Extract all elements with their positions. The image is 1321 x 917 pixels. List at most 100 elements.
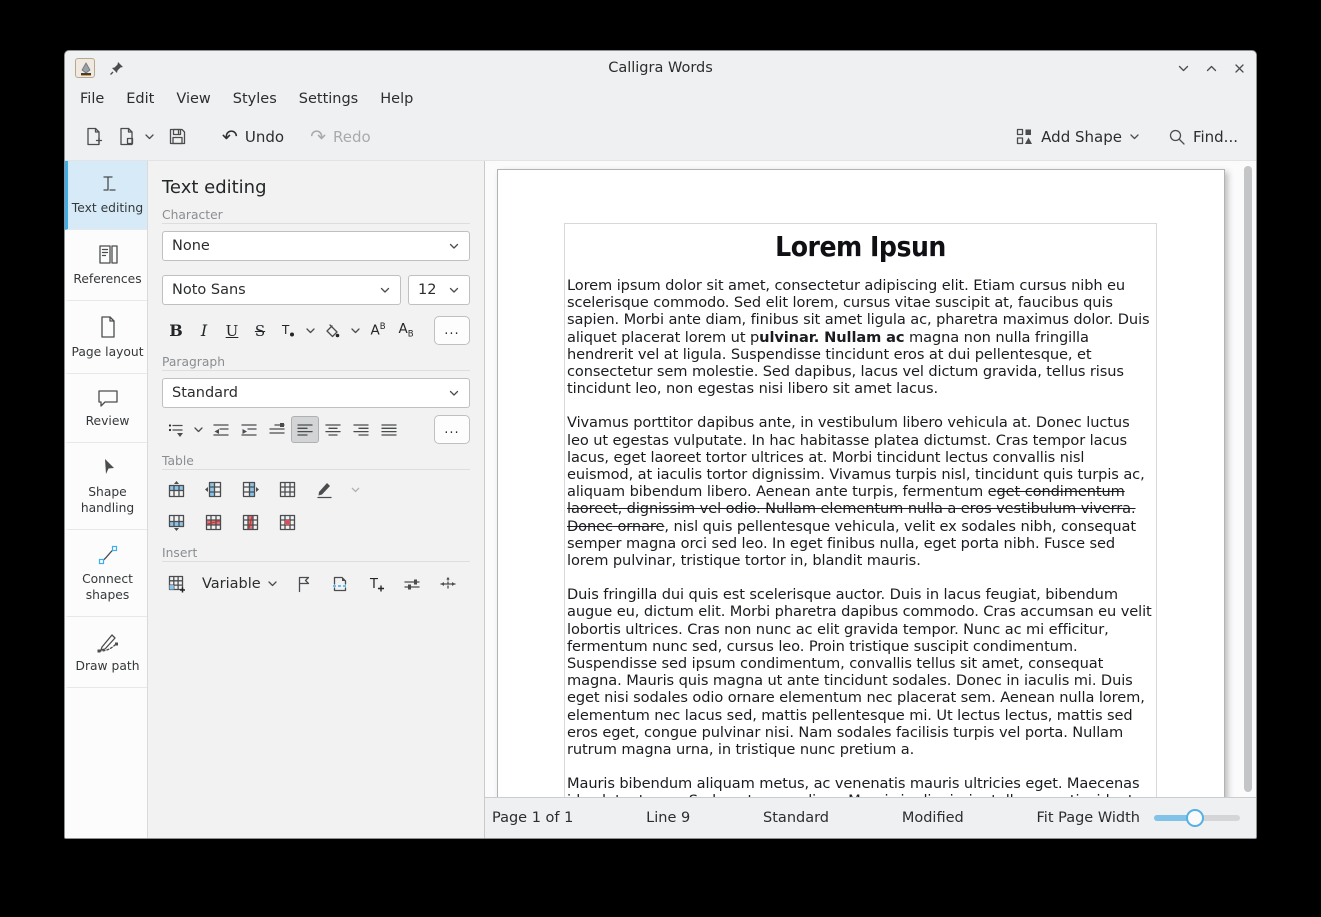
align-justify-button[interactable] [375,416,403,443]
menu-styles[interactable]: Styles [222,88,288,110]
underline-button[interactable]: U [218,317,246,344]
tab-review[interactable]: Review [65,374,147,443]
vertical-scrollbar[interactable] [1242,164,1254,794]
delete-table-button[interactable] [273,509,301,536]
menubar: File Edit View Styles Settings Help [65,85,1256,113]
chevron-down-icon [379,284,391,296]
menu-edit[interactable]: Edit [115,88,165,110]
style-indicator[interactable]: Standard [763,810,829,826]
background-color-button[interactable] [319,317,347,344]
delete-column-button[interactable] [236,509,264,536]
paragraph[interactable]: Duis fringilla dui quis est scelerisque … [567,586,1154,758]
pushpin-icon[interactable] [109,60,125,76]
strikethrough-button[interactable]: S [246,317,274,344]
italic-button[interactable]: I [190,317,218,344]
list-format-button[interactable] [162,416,190,443]
decrease-indent-button[interactable] [207,416,235,443]
character-style-combobox[interactable]: None [162,231,470,261]
insert-row-above-button[interactable] [162,476,190,503]
tab-shape-handling[interactable]: Shape handling [65,443,147,530]
font-family-combobox[interactable]: Noto Sans [162,275,401,305]
list-format-chevron[interactable] [190,416,207,443]
new-document-button[interactable] [77,121,110,152]
text-color-chevron[interactable] [302,317,319,344]
variable-label: Variable [202,576,261,592]
menu-help[interactable]: Help [369,88,424,110]
text-run[interactable]: ulvinar. Nullam ac [759,329,904,346]
tab-connect-shapes[interactable]: Connect shapes [65,530,147,617]
find-label: Find... [1193,128,1238,146]
background-color-chevron[interactable] [347,317,364,344]
special-character-button[interactable] [434,570,462,597]
insert-text-button[interactable]: T [362,570,390,597]
chevron-down-icon [448,284,460,296]
svg-text:T: T [281,323,290,337]
page-indicator[interactable]: Page 1 of 1 [492,810,573,826]
font-size-combobox[interactable]: 12 [408,275,470,305]
document-viewport[interactable]: Lorem Ipsun Lorem ipsum dolor sit amet, … [485,161,1256,797]
text-run[interactable]: Mauris bibendum aliquam metus, ac venena… [567,775,1139,797]
tab-draw-path[interactable]: Draw path [65,617,147,688]
insert-row-below-button[interactable] [162,509,190,536]
open-recent-chevron-icon[interactable] [144,128,155,146]
text-run[interactable]: Duis fringilla dui quis est scelerisque … [567,586,1152,758]
insert-column-left-button[interactable] [199,476,227,503]
insert-line-button[interactable] [398,570,426,597]
tab-page-layout[interactable]: Page layout [65,301,147,374]
character-more-button[interactable]: ... [434,316,470,345]
save-button[interactable] [161,121,194,152]
document-paragraphs[interactable]: Lorem ipsum dolor sit amet, consectetur … [567,277,1154,797]
first-line-indent-button[interactable] [263,416,291,443]
variable-dropdown[interactable]: Variable [198,572,282,596]
tab-references[interactable]: References [65,230,147,301]
bookmark-flag-button[interactable] [290,570,318,597]
document-page[interactable]: Lorem Ipsun Lorem ipsum dolor sit amet, … [497,169,1225,797]
insert-table-button[interactable] [162,570,190,597]
increase-indent-button[interactable] [235,416,263,443]
superscript-button[interactable]: AB [364,317,392,344]
maximize-button[interactable] [1204,61,1218,75]
paragraph[interactable]: Lorem ipsum dolor sit amet, consectetur … [567,277,1154,397]
tab-text-editing[interactable]: Text editing [65,161,147,230]
page-break-button[interactable] [326,570,354,597]
pen-path-icon [95,630,121,654]
paragraph-style-combobox[interactable]: Standard [162,378,470,408]
menu-settings[interactable]: Settings [288,88,369,110]
table-section-header: Table [162,454,470,470]
menu-file[interactable]: File [69,88,115,110]
undo-button[interactable]: ↶ Undo [216,123,290,151]
border-pen-chevron[interactable] [347,476,364,503]
text-color-button[interactable]: T [274,317,302,344]
scrollbar-thumb[interactable] [1244,166,1252,792]
align-right-button[interactable] [347,416,375,443]
document-title[interactable]: Lorem Ipsun [567,230,1154,263]
paragraph[interactable]: Vivamus porttitor dapibus ante, in vesti… [567,414,1154,569]
insert-column-right-button[interactable] [236,476,264,503]
close-button[interactable] [1232,61,1246,75]
open-document-button[interactable] [110,121,161,152]
zoom-slider[interactable] [1154,809,1240,827]
main-toolbar: ↶ Undo ↷ Redo Add Shape [65,113,1256,161]
tool-options-panel: Text editing Character None Noto Sans 12 [148,161,485,838]
zoom-slider-handle[interactable] [1186,809,1204,827]
menu-view[interactable]: View [165,88,221,110]
minimize-button[interactable] [1176,61,1190,75]
zoom-mode-label[interactable]: Fit Page Width [1037,810,1140,826]
titlebar[interactable]: Calligra Words [65,51,1256,85]
chevron-down-icon [448,387,460,399]
align-center-button[interactable] [319,416,347,443]
add-shape-label: Add Shape [1041,128,1122,146]
text-frame[interactable]: Lorem Ipsun Lorem ipsum dolor sit amet, … [564,223,1157,797]
redo-button[interactable]: ↷ Redo [304,123,377,151]
table-grid-button[interactable] [273,476,301,503]
border-pen-button[interactable] [310,476,338,503]
find-button[interactable]: Find... [1162,123,1244,151]
add-shape-button[interactable]: Add Shape [1010,123,1146,151]
paragraph-more-button[interactable]: ... [434,415,470,444]
paragraph[interactable]: Mauris bibendum aliquam metus, ac venena… [567,775,1154,797]
subscript-button[interactable]: AB [392,317,420,344]
align-left-button[interactable] [291,416,319,443]
bold-button[interactable]: B [162,317,190,344]
delete-row-button[interactable] [199,509,227,536]
speech-bubble-icon [95,387,121,409]
